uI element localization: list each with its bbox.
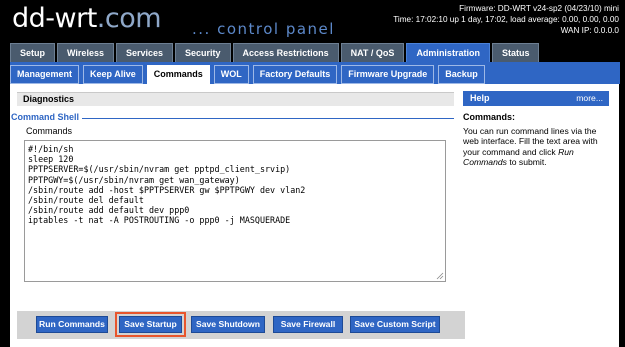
firmware-version: Firmware: DD-WRT v24-sp2 (04/23/10) mini xyxy=(459,4,619,13)
subtab-factory-defaults[interactable]: Factory Defaults xyxy=(252,65,338,84)
save-firewall-button[interactable]: Save Firewall xyxy=(273,316,343,333)
tab-status[interactable]: Status xyxy=(491,43,540,62)
tab-wireless[interactable]: Wireless xyxy=(57,43,114,62)
commands-textarea[interactable]: #!/bin/sh sleep 120 PPTPSERVER=$(/usr/sb… xyxy=(24,140,446,282)
logo-main: dd-wrt xyxy=(12,3,97,34)
uptime: Time: 17:02:10 up 1 day, 17:02, load ave… xyxy=(393,15,619,24)
save-startup-highlight xyxy=(115,312,186,337)
subtab-wol[interactable]: WOL xyxy=(213,65,249,84)
tab-nat-qos[interactable]: NAT / QoS xyxy=(340,43,405,62)
help-text-b: to submit. xyxy=(506,157,547,168)
help-header: Help more... xyxy=(463,91,609,106)
help-subtitle: Commands: xyxy=(463,112,516,122)
save-shutdown-button[interactable]: Save Shutdown xyxy=(191,316,265,333)
commands-text[interactable]: #!/bin/sh sleep 120 PPTPSERVER=$(/usr/sb… xyxy=(28,144,442,226)
command-shell-legend: Command Shell xyxy=(11,112,83,122)
help-title: Help xyxy=(470,93,490,103)
fieldset-border xyxy=(17,118,454,119)
logo-suffix: .com xyxy=(96,3,162,34)
wan-ip: WAN IP: 0.0.0.0 xyxy=(560,26,619,35)
page-scrollbar[interactable] xyxy=(619,84,625,347)
header: dd-wrt.com ... control panel Firmware: D… xyxy=(0,0,625,44)
resize-grip-icon[interactable] xyxy=(436,272,444,280)
help-more-link[interactable]: more... xyxy=(576,92,603,104)
diagnostics-title: Diagnostics xyxy=(23,94,75,104)
diagnostics-header: Diagnostics xyxy=(17,92,454,106)
tab-security[interactable]: Security xyxy=(175,43,231,62)
tab-administration[interactable]: Administration xyxy=(406,43,490,62)
subtab-backup[interactable]: Backup xyxy=(438,65,485,84)
main-tabs: Setup Wireless Services Security Access … xyxy=(10,43,540,62)
content-area: Diagnostics Command Shell Commands #!/bi… xyxy=(10,84,620,347)
help-text: You can run command lines via the web in… xyxy=(463,126,609,168)
subtab-firmware-upgrade[interactable]: Firmware Upgrade xyxy=(341,65,435,84)
tab-setup[interactable]: Setup xyxy=(10,43,56,62)
subtab-keep-alive[interactable]: Keep Alive xyxy=(83,65,143,84)
subtab-management[interactable]: Management xyxy=(10,65,80,84)
tab-access-restrictions[interactable]: Access Restrictions xyxy=(232,43,339,62)
panel-title: ... control panel xyxy=(192,20,335,38)
sub-tabs: Management Keep Alive Commands WOL Facto… xyxy=(10,65,485,84)
save-custom-script-button[interactable]: Save Custom Script xyxy=(350,316,440,333)
commands-label: Commands xyxy=(26,126,73,136)
tab-services[interactable]: Services xyxy=(115,43,174,62)
firmware-info: Firmware: DD-WRT v24-sp2 (04/23/10) mini… xyxy=(393,3,619,36)
logo[interactable]: dd-wrt.com xyxy=(12,3,162,34)
subtab-commands[interactable]: Commands xyxy=(146,65,210,84)
run-commands-button[interactable]: Run Commands xyxy=(36,316,108,333)
help-text-a: You can run command lines via the web in… xyxy=(463,126,598,157)
